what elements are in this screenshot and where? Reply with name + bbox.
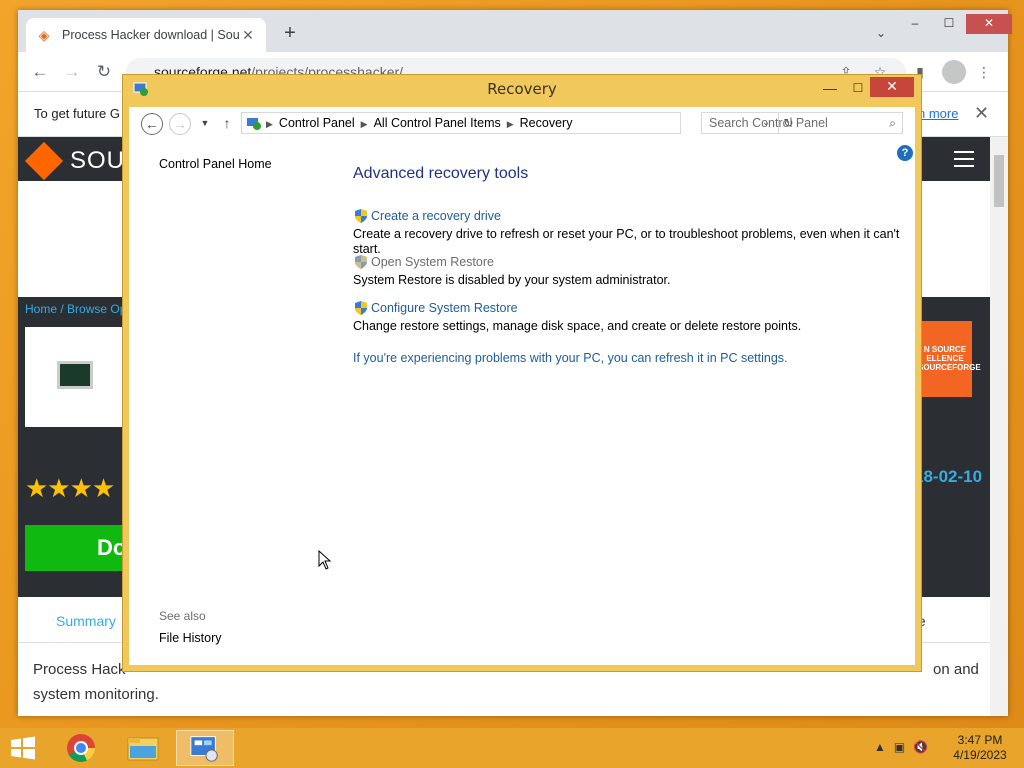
search-icon[interactable]: ⌕: [889, 113, 896, 133]
open-system-restore-link[interactable]: Open System Restore: [353, 253, 913, 271]
breadcrumb-separator: /: [57, 302, 68, 316]
description-tail: on and: [933, 661, 979, 678]
page-scrollbar[interactable]: [990, 137, 1008, 716]
scrollbar-thumb[interactable]: [994, 155, 1004, 207]
taskbar-file-explorer-button[interactable]: [114, 730, 172, 766]
monitor-icon: [57, 361, 93, 389]
tool-open-system-restore: Open System Restore System Restore is di…: [353, 253, 913, 288]
breadcrumb-browse-link[interactable]: Browse Op: [67, 302, 126, 316]
configure-system-restore-link[interactable]: Configure System Restore: [353, 299, 913, 317]
reload-icon[interactable]: ↻: [92, 60, 116, 84]
menu-dots-icon[interactable]: ⋮: [974, 62, 994, 82]
chrome-icon: [67, 734, 95, 762]
info-bar-text: To get future G: [34, 106, 120, 121]
tab-strip: ◈ Process Hacker download | Sourc ✕ + ⌄ …: [18, 10, 1012, 52]
minimize-button[interactable]: —: [819, 77, 841, 99]
recent-locations-chevron-icon[interactable]: ▼: [195, 113, 215, 133]
tool-description: Change restore settings, manage disk spa…: [353, 319, 802, 333]
taskbar-chrome-button[interactable]: [52, 730, 110, 766]
new-tab-button[interactable]: +: [278, 22, 302, 45]
tool-configure-system-restore: Configure System Restore Change restore …: [353, 299, 913, 334]
sourceforge-logo-text: SOU: [70, 147, 126, 174]
file-explorer-icon: [127, 737, 159, 761]
tool-label: Open System Restore: [371, 255, 494, 269]
address-separator: ▶: [360, 119, 368, 129]
back-arrow-icon[interactable]: ←: [141, 113, 163, 135]
maximize-button[interactable]: ☐: [847, 77, 869, 99]
address-separator: ▶: [266, 119, 273, 129]
tab-close-icon[interactable]: ✕: [240, 27, 256, 44]
tool-description: System Restore is disabled by your syste…: [353, 273, 671, 287]
address-segment-all-items[interactable]: All Control Panel Items: [374, 116, 501, 130]
help-icon[interactable]: ?: [897, 145, 913, 161]
info-bar-close-icon[interactable]: ✕: [974, 103, 989, 124]
project-logo: [25, 327, 125, 427]
tool-create-recovery-drive: Create a recovery drive Create a recover…: [353, 207, 913, 257]
browser-window-controls: – ☐ ✕: [898, 14, 1012, 34]
tool-label: Create a recovery drive: [371, 209, 501, 223]
control-panel-icon: [247, 118, 261, 130]
address-separator: ▶: [506, 119, 514, 129]
breadcrumb: Home / Browse Op: [25, 302, 126, 316]
page-heading: Advanced recovery tools: [353, 165, 529, 182]
uac-shield-icon: [355, 255, 367, 269]
refresh-pc-settings-link[interactable]: If you're experiencing problems with you…: [353, 351, 788, 365]
file-history-link[interactable]: File History: [159, 631, 222, 645]
close-button[interactable]: ✕: [966, 14, 1012, 34]
tab-search-chevron-icon[interactable]: ⌄: [876, 26, 886, 40]
taskbar: ▲ ▣ 🔇 3:47 PM 4/19/2023: [0, 728, 1024, 768]
rating-stars: ★★★★: [25, 473, 115, 503]
browser-tab[interactable]: ◈ Process Hacker download | Sourc ✕: [26, 18, 266, 52]
mouse-cursor-icon: [318, 550, 332, 570]
tab-summary[interactable]: Summary: [56, 613, 116, 629]
minimize-button[interactable]: –: [898, 14, 932, 34]
close-button[interactable]: ✕: [870, 77, 914, 97]
tool-label: Configure System Restore: [371, 301, 518, 315]
breadcrumb-home-link[interactable]: Home: [25, 302, 57, 316]
last-update-date: 18-02-10: [914, 467, 983, 486]
sourceforge-favicon-icon: ◈: [38, 26, 50, 43]
search-input[interactable]: Search Control Panel ⌕: [701, 112, 903, 134]
window-title: Recovery: [487, 80, 557, 98]
address-bar[interactable]: ▶ Control Panel ▶ All Control Panel Items ▶ R…: [241, 112, 794, 134]
navigation-bar: ← → ▼ ↑ ▶ Control Panel ▶ All Control Panel…: [129, 107, 915, 139]
info-bar-learn-more-link[interactable]: n more: [918, 106, 958, 121]
up-arrow-icon[interactable]: ↑: [217, 113, 237, 133]
sourceforge-logo-icon[interactable]: [24, 141, 64, 181]
uac-shield-icon: [355, 209, 367, 223]
recovery-window: Recovery — ☐ ✕ ← → ▼ ↑ ▶ Control Panel ▶ Al…: [122, 74, 922, 672]
search-placeholder: Search Control Panel: [709, 116, 828, 130]
forward-arrow-icon[interactable]: →: [169, 113, 191, 135]
maximize-button[interactable]: ☐: [932, 14, 966, 34]
description-start: Process Hack: [33, 661, 126, 678]
tab-title: Process Hacker download | Sourc: [62, 28, 240, 42]
create-recovery-drive-link[interactable]: Create a recovery drive: [353, 207, 913, 225]
address-segment-control-panel[interactable]: Control Panel: [279, 116, 355, 130]
system-tray: ▲ ▣ 🔇: [874, 740, 928, 754]
address-segment-recovery[interactable]: Recovery: [520, 116, 573, 130]
show-hidden-icons-icon[interactable]: ▲: [874, 740, 886, 754]
clock-time: 3:47 PM: [957, 733, 1003, 747]
taskbar-control-panel-button[interactable]: [176, 730, 234, 766]
control-panel-home-link[interactable]: Control Panel Home: [159, 157, 272, 171]
windows-start-icon[interactable]: [6, 734, 40, 762]
control-panel-icon: [190, 736, 218, 762]
taskbar-clock[interactable]: 3:47 PM 4/19/2023: [940, 733, 1020, 763]
description-line-2: system monitoring.: [33, 686, 159, 703]
clock-date: 4/19/2023: [953, 748, 1007, 762]
hamburger-menu-icon[interactable]: [954, 151, 974, 167]
uac-shield-icon: [355, 301, 367, 315]
network-icon[interactable]: ▣: [894, 740, 905, 754]
forward-arrow-icon[interactable]: →: [60, 60, 84, 84]
open-source-excellence-badge: N SOURCE ELLENCE SOURCEFORGE: [918, 321, 981, 397]
back-arrow-icon[interactable]: ←: [28, 60, 52, 84]
recovery-content: ? Control Panel Home Advanced recovery t…: [129, 139, 915, 665]
profile-avatar[interactable]: [942, 60, 966, 84]
volume-muted-icon[interactable]: 🔇: [913, 740, 928, 754]
see-also-heading: See also: [159, 609, 206, 623]
